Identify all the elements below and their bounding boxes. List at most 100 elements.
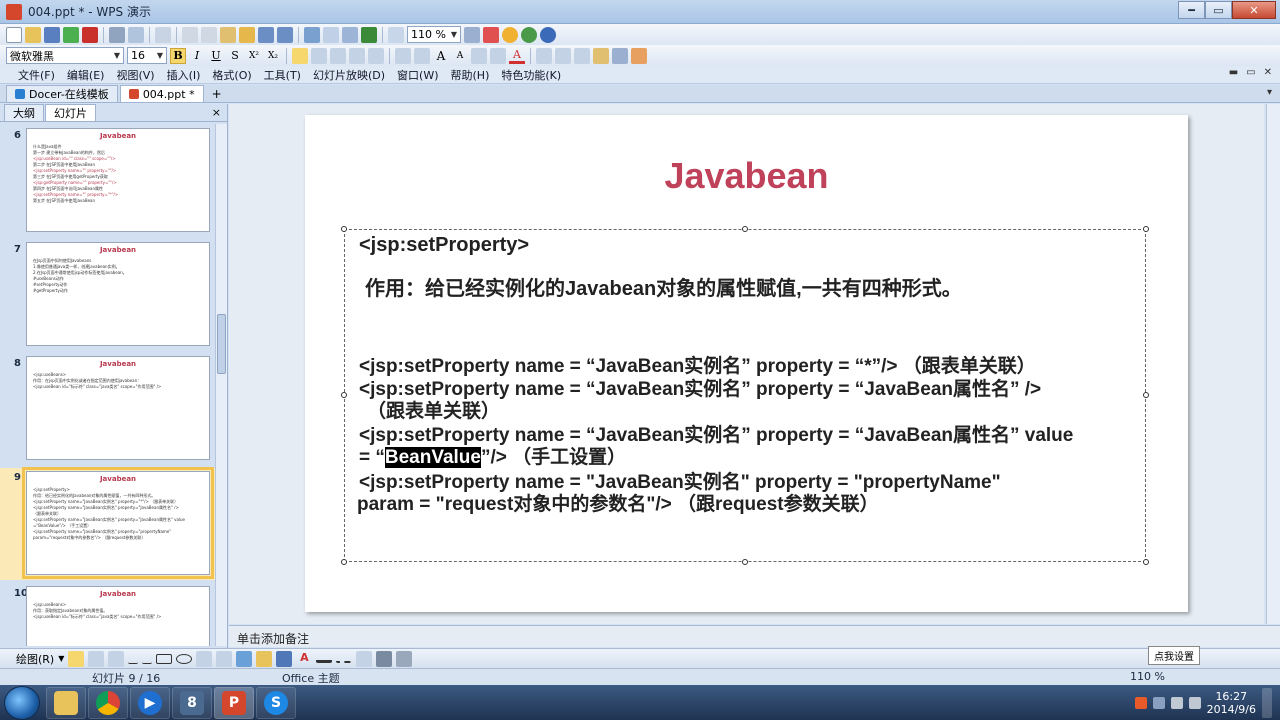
maximize-icon[interactable]: ▭	[1205, 1, 1232, 19]
rotate-icon[interactable]	[88, 650, 105, 667]
content-textbox[interactable]: <jsp:setProperty> 作用：给已经实例化的Javabean对象的属…	[341, 226, 1149, 565]
scrollbar-thumb[interactable]	[217, 314, 226, 374]
thumbnail-scrollbar[interactable]	[215, 124, 227, 646]
menu-view[interactable]: 视图(V)	[110, 67, 160, 83]
help-icon[interactable]	[483, 26, 499, 43]
tab-outline[interactable]: 大纲	[4, 104, 44, 121]
font-color-button[interactable]: A	[509, 48, 525, 64]
shadow-style-icon[interactable]	[376, 650, 393, 667]
align-right-icon[interactable]	[330, 47, 346, 64]
superscript-button[interactable]: X²	[246, 48, 262, 64]
taskbar-chrome[interactable]	[88, 686, 128, 719]
draw-menu[interactable]: 绘图(R)	[16, 651, 54, 667]
network-icon[interactable]	[1170, 696, 1183, 709]
align-center-icon[interactable]	[311, 47, 327, 64]
tab-slides[interactable]: 幻灯片	[45, 104, 96, 121]
rectangle-icon[interactable]	[156, 653, 173, 664]
thumbnail-item[interactable]: 8 Javabean <jsp:useBeans> 作用：在jsp页面中实例化或…	[0, 356, 216, 464]
tip-icon[interactable]	[502, 26, 518, 43]
ime-icon[interactable]	[1134, 696, 1147, 709]
menu-tools[interactable]: 工具(T)	[258, 67, 307, 83]
text-direction-icon[interactable]	[555, 47, 571, 64]
online-icon[interactable]	[521, 26, 537, 43]
toggle-panel-icon[interactable]	[464, 26, 480, 43]
zoom-select[interactable]: 110 % ▼	[407, 26, 461, 43]
align-left-icon[interactable]	[292, 47, 308, 64]
shrink-font-button[interactable]: A	[452, 48, 468, 64]
font-color-icon[interactable]: A	[296, 651, 312, 667]
grid-icon[interactable]	[388, 26, 404, 43]
help-tray-icon[interactable]	[1152, 696, 1165, 709]
dash-style-icon[interactable]	[336, 655, 353, 663]
current-slide[interactable]: Javabean <jsp:setProperty> 作用：给已经实例化的Jav…	[305, 115, 1188, 612]
menu-window[interactable]: 窗口(W)	[391, 67, 444, 83]
menu-special[interactable]: 特色功能(K)	[495, 67, 567, 83]
tab-document[interactable]: 004.ppt *	[119, 85, 204, 102]
thumbnail-item[interactable]: 10 Javabean <jsp:useBeans> 作用：获取指定Javabe…	[0, 586, 216, 646]
save-icon[interactable]	[44, 26, 60, 43]
taskbar-explorer[interactable]	[46, 686, 86, 719]
line-color-icon[interactable]	[276, 650, 293, 667]
export-icon[interactable]	[63, 26, 79, 43]
decrease-indent-icon[interactable]	[471, 47, 487, 64]
font-name-select[interactable]: 微软雅黑 ▼	[6, 47, 124, 64]
menu-slideshow[interactable]: 幻灯片放映(D)	[307, 67, 391, 83]
wordart-icon[interactable]	[216, 650, 233, 667]
distribute-icon[interactable]	[368, 47, 384, 64]
close-icon[interactable]: ×	[212, 106, 221, 119]
menu-file[interactable]: 文件(F)	[12, 67, 61, 83]
resize-handle[interactable]	[1143, 392, 1149, 398]
insert-hyperlink-icon[interactable]	[361, 26, 377, 43]
menu-edit[interactable]: 编辑(E)	[61, 67, 111, 83]
oval-icon[interactable]	[176, 653, 193, 664]
print-icon[interactable]	[109, 26, 125, 43]
select-objects-icon[interactable]	[68, 650, 85, 667]
settings-tooltip[interactable]: 点我设置	[1148, 646, 1200, 665]
arrow-icon[interactable]	[142, 654, 153, 664]
insert-chart-icon[interactable]	[342, 26, 358, 43]
fill-color-icon[interactable]	[256, 650, 273, 667]
slide-scrollbar[interactable]	[1266, 104, 1280, 624]
menu-format[interactable]: 格式(O)	[206, 67, 257, 83]
line-spacing-icon[interactable]	[536, 47, 552, 64]
close-icon[interactable]: ✕	[1232, 1, 1276, 19]
update-icon[interactable]	[540, 26, 556, 43]
resize-handle[interactable]	[341, 392, 347, 398]
start-button[interactable]	[4, 685, 40, 720]
menu-help[interactable]: 帮助(H)	[445, 67, 496, 83]
paste-icon[interactable]	[220, 26, 236, 43]
new-file-icon[interactable]	[6, 26, 22, 43]
print-preview-icon[interactable]	[128, 26, 144, 43]
doc-minimize-icon[interactable]: ▬	[1229, 67, 1238, 78]
open-folder-icon[interactable]	[25, 26, 41, 43]
thumbnail-item-selected[interactable]: 9 Javabean <jsp:setProperty> 作用：给已经实例化的J…	[0, 467, 216, 580]
shadow-button[interactable]: S	[227, 48, 243, 64]
undo-icon[interactable]	[258, 26, 274, 43]
insert-table-icon[interactable]	[323, 26, 339, 43]
notes-pane[interactable]: 单击添加备注	[229, 625, 1280, 647]
new-tab-button[interactable]: +	[206, 85, 228, 102]
arrow-style-icon[interactable]	[356, 650, 373, 667]
doc-close-icon[interactable]: ✕	[1264, 67, 1272, 78]
taskbar-media-player[interactable]: ▶	[130, 686, 170, 719]
resize-handle[interactable]	[1143, 559, 1149, 565]
line-icon[interactable]	[128, 654, 139, 664]
grow-font-button[interactable]: A	[433, 48, 449, 64]
textbox-icon[interactable]	[196, 650, 213, 667]
resize-handle[interactable]	[1143, 226, 1149, 232]
italic-button[interactable]: I	[189, 48, 205, 64]
tab-docer[interactable]: Docer-在线模板	[6, 85, 118, 102]
line-style-icon[interactable]	[316, 655, 333, 663]
animation-icon[interactable]	[631, 47, 647, 64]
format-painter-icon[interactable]	[239, 26, 255, 43]
show-desktop-button[interactable]	[1262, 687, 1272, 718]
new-slide-icon[interactable]	[612, 47, 628, 64]
slide-title[interactable]: Javabean	[305, 155, 1188, 197]
chevron-down-icon[interactable]: ▼	[58, 654, 64, 663]
clock[interactable]: 16:27 2014/9/6	[1207, 690, 1256, 716]
slide-body[interactable]: <jsp:setProperty> 作用：给已经实例化的Javabean对象的属…	[357, 234, 1139, 516]
taskbar-app-8[interactable]: 8	[172, 686, 212, 719]
pdf-icon[interactable]	[82, 26, 98, 43]
slide-layout-icon[interactable]	[593, 47, 609, 64]
resize-handle[interactable]	[742, 559, 748, 565]
